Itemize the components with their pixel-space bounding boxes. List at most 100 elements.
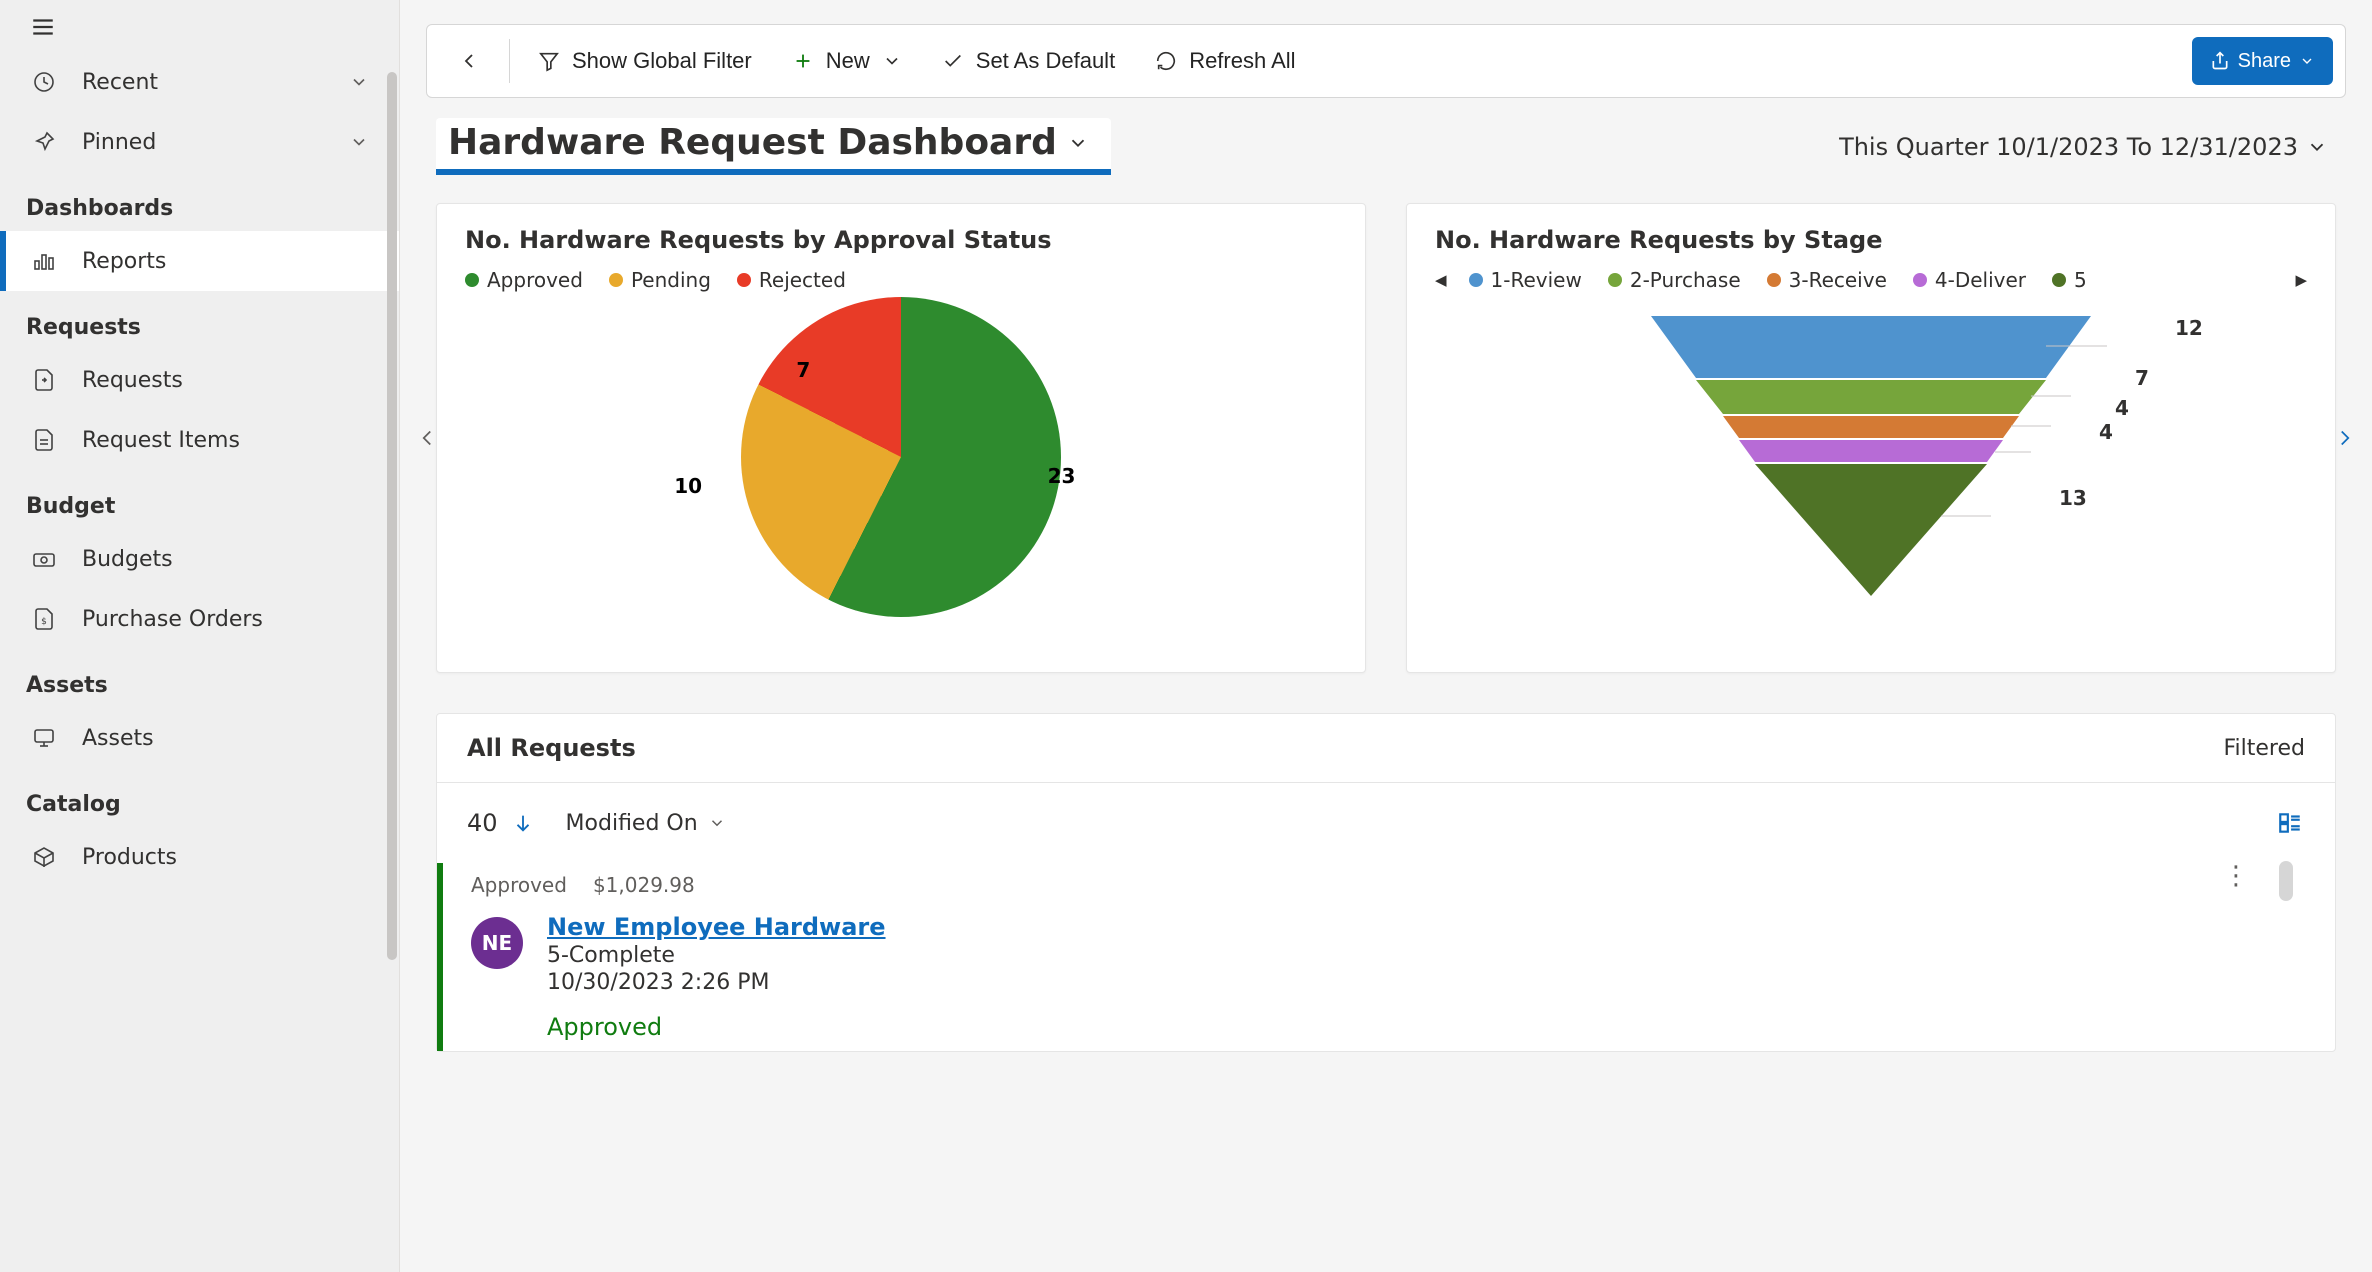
divider	[509, 39, 510, 83]
legend-dot-icon	[2052, 273, 2066, 287]
nav-label: Purchase Orders	[82, 607, 369, 632]
legend-item[interactable]: Pending	[609, 268, 711, 292]
nav-purchase-orders[interactable]: $ Purchase Orders	[0, 589, 399, 649]
main-content: Show Global Filter New Set As Default Re…	[400, 0, 2372, 1272]
legend-dot-icon	[1767, 273, 1781, 287]
dashboard-body: No. Hardware Requests by Approval Status…	[400, 183, 2372, 1272]
avatar: NE	[471, 917, 523, 969]
set-default-button[interactable]: Set As Default	[924, 35, 1133, 87]
nav-pinned[interactable]: Pinned	[0, 112, 399, 172]
cmd-label: Set As Default	[976, 48, 1115, 74]
section-catalog: Catalog	[0, 768, 399, 827]
nav-recent[interactable]: Recent	[0, 52, 399, 112]
chevron-down-icon	[349, 132, 369, 152]
request-link[interactable]: New Employee Hardware	[547, 913, 886, 941]
funnel-value: 7	[2135, 366, 2165, 390]
legend-dot-icon	[1608, 273, 1622, 287]
nav-label: Budgets	[82, 547, 369, 572]
legend-label: 2-Purchase	[1630, 268, 1741, 292]
next-chart-button[interactable]	[2324, 417, 2366, 459]
request-list-item[interactable]: Approved $1,029.98 NE New Employee Hardw…	[437, 863, 2307, 1051]
nav-products[interactable]: Products	[0, 827, 399, 887]
legend-item[interactable]: 4-Deliver	[1913, 268, 2026, 292]
legend-label: 3-Receive	[1789, 268, 1887, 292]
chevron-down-icon	[2299, 53, 2315, 69]
legend-label: Approved	[487, 268, 583, 292]
check-icon	[942, 50, 964, 72]
more-actions-button[interactable]: ⋮	[2223, 861, 2249, 891]
item-scrollbar-thumb[interactable]	[2279, 861, 2293, 901]
box-icon	[30, 845, 58, 869]
date-range-dropdown[interactable]: This Quarter 10/1/2023 To 12/31/2023	[1839, 133, 2336, 161]
pie-graphic	[741, 297, 1061, 617]
nav-requests[interactable]: Requests	[0, 350, 399, 410]
request-amount: $1,029.98	[593, 873, 695, 897]
pie-chart[interactable]: 23 10 7	[465, 292, 1337, 622]
legend-label: 1-Review	[1491, 268, 1582, 292]
count-value: 40	[467, 809, 498, 837]
view-toggle-button[interactable]	[2275, 810, 2305, 836]
all-requests-header: All Requests Filtered	[437, 714, 2335, 783]
chevron-down-icon	[708, 814, 726, 832]
nav-request-items[interactable]: Request Items	[0, 410, 399, 470]
legend-prev-button[interactable]: ◀	[1435, 271, 1447, 289]
hamburger-button[interactable]	[0, 14, 399, 52]
legend-item[interactable]: 5	[2052, 268, 2087, 292]
share-button[interactable]: Share	[2192, 37, 2333, 85]
legend-label: 4-Deliver	[1935, 268, 2026, 292]
cmd-label: New	[826, 48, 870, 74]
filter-icon	[538, 50, 560, 72]
legend-item[interactable]: 1-Review	[1469, 268, 1582, 292]
section-dashboards: Dashboards	[0, 172, 399, 231]
filtered-label: Filtered	[2223, 736, 2305, 761]
record-count: 40	[467, 809, 534, 837]
nav-label: Assets	[82, 726, 369, 751]
pin-icon	[30, 130, 58, 154]
legend-item[interactable]: Approved	[465, 268, 583, 292]
request-status: Approved	[471, 873, 567, 897]
nav-budgets[interactable]: Budgets	[0, 529, 399, 589]
doc-dollar-icon: $	[30, 607, 58, 631]
pie-value: 10	[674, 474, 702, 498]
bar-chart-icon	[30, 249, 58, 273]
legend-label: Rejected	[759, 268, 846, 292]
nav-assets[interactable]: Assets	[0, 708, 399, 768]
new-button[interactable]: New	[774, 35, 920, 87]
chart-row: No. Hardware Requests by Approval Status…	[436, 203, 2336, 673]
all-requests-panel: All Requests Filtered 40 Modified On	[436, 713, 2336, 1052]
refresh-all-button[interactable]: Refresh All	[1137, 35, 1313, 87]
file-list-icon	[30, 428, 58, 452]
share-icon	[2210, 51, 2230, 71]
legend-dot-icon	[1469, 273, 1483, 287]
request-stage: 5-Complete	[547, 943, 886, 968]
legend-item[interactable]: 3-Receive	[1767, 268, 1887, 292]
show-global-filter-button[interactable]: Show Global Filter	[520, 35, 770, 87]
legend-next-button[interactable]: ▶	[2295, 271, 2307, 289]
dashboard-title-dropdown[interactable]: Hardware Request Dashboard	[436, 118, 1111, 175]
legend-dot-icon	[1913, 273, 1927, 287]
legend-item[interactable]: Rejected	[737, 268, 846, 292]
funnel-chart[interactable]: 12 7 4 4 13	[1435, 306, 2307, 606]
funnel-value: 4	[2115, 396, 2145, 420]
nav-label: Reports	[82, 249, 369, 274]
legend-item[interactable]: 2-Purchase	[1608, 268, 1741, 292]
sort-desc-icon[interactable]	[512, 812, 534, 834]
chevron-down-icon	[1067, 132, 1089, 154]
nav-label: Recent	[82, 70, 325, 95]
section-assets: Assets	[0, 649, 399, 708]
nav-reports[interactable]: Reports	[0, 231, 399, 291]
sidebar: Recent Pinned Dashboards Reports Request…	[0, 0, 400, 1272]
funnel-graphic	[1611, 306, 2131, 606]
nav-label: Requests	[82, 368, 369, 393]
card-title: No. Hardware Requests by Approval Status	[465, 226, 1337, 254]
funnel-value: 12	[2175, 316, 2205, 340]
pie-value: 7	[796, 358, 810, 382]
back-button[interactable]	[439, 35, 499, 87]
card-stage: No. Hardware Requests by Stage ◀ 1-Revie…	[1406, 203, 2336, 673]
refresh-icon	[1155, 50, 1177, 72]
svg-text:$: $	[41, 617, 47, 627]
sort-dropdown[interactable]: Modified On	[566, 811, 726, 836]
sidebar-scrollbar[interactable]	[385, 72, 399, 1256]
pie-value: 23	[1048, 464, 1076, 488]
section-budget: Budget	[0, 470, 399, 529]
